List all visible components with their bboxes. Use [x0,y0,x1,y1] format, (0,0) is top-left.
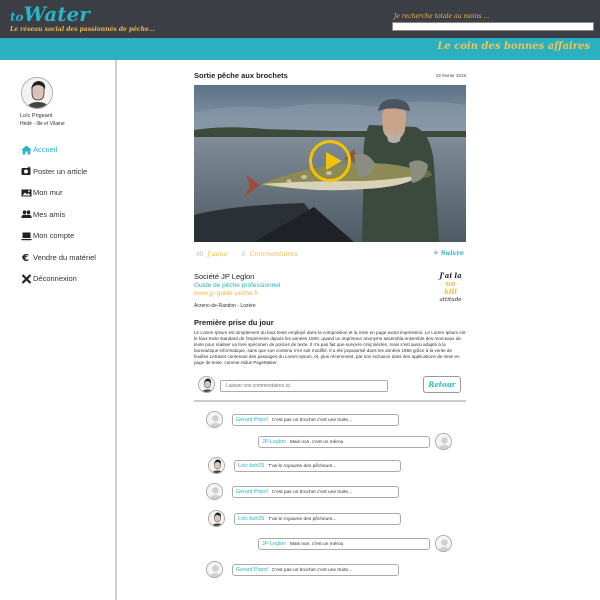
post-date: 02 fevrier 2019 [435,73,466,78]
comment-author[interactable]: Gérard Popof [236,417,268,423]
comment-text: T'as le royaume des pêcheurs... [268,464,337,469]
nav-item-mes-amis[interactable]: Mes amis [20,204,96,226]
comment-text: C'est pas un brochet c'est une truite... [271,418,353,423]
nav-item-poster-article[interactable]: Poster un article [20,161,96,183]
comment-input[interactable] [220,380,388,392]
comment-row: Loïc-bzh29 T'as le royaume des pêcheurs..… [208,457,408,477]
avatar-placeholder-icon[interactable] [206,561,223,578]
comment-text: C'est pas un brochet c'est une truite... [271,490,353,495]
user-avatar[interactable] [208,457,225,474]
comment-author[interactable]: Gérard Popof [236,567,268,573]
users-icon [20,209,32,219]
post-section-title: Première prise du jour [194,318,274,327]
comment-author[interactable]: Loïc-bzh29 [238,516,264,522]
comment-bubble: Gérard Popof C'est pas un brochet c'est u… [232,486,399,498]
comment-form: Retour [194,376,466,402]
comment-row: JP-Leglon Mais non, c'est un mérou [258,535,454,555]
follow-button[interactable]: + Suivre [433,249,464,257]
comment-bubble: Gérard Popof C'est pas un brochet c'est u… [232,564,399,576]
secondary-bar: Le coin des bonnes affaires [0,38,600,60]
search-input[interactable] [392,22,594,31]
post-title: Sortie pêche aux brochets [194,71,288,80]
comment-row: Gérard Popof C'est pas un brochet c'est u… [206,561,406,581]
nav-item-mon-compte[interactable]: Mon compte [20,225,96,247]
home-icon [20,145,32,155]
comment-row: Gérard Popof C'est pas un brochet c'est u… [206,483,406,503]
nav-label: Mon mur [33,188,63,198]
post-actions: 45 J'aime 0 Commentaires + Suivre [194,249,466,262]
avatar-placeholder-icon[interactable] [206,483,223,500]
comments-count: 0 [242,251,246,258]
like-button[interactable]: 45 J'aime [196,250,228,258]
profile-location: Hédé - Ille et Vilaine [20,121,65,127]
comment-text: T'as le royaume des pêcheurs... [268,517,337,522]
comment-author[interactable]: JP-Leglon [262,439,286,445]
comment-bubble: JP-Leglon Mais non, c'est un mérou [258,436,430,448]
bonnes-affaires-link[interactable]: Le coin des bonnes affaires [437,41,590,52]
comment-author[interactable]: Loïc-bzh29 [238,463,264,469]
company-role: Guide de pêche professionnel [194,282,281,289]
nav-label: Poster un article [33,166,88,176]
sidebar: Loïc Prigeant Hédé - Ille et Vilaine Acc… [0,60,117,600]
site-logo[interactable]: toWater [10,4,90,24]
company-name[interactable]: Société JP Leglon [194,272,254,281]
svg-text:€: € [21,253,29,262]
user-avatar[interactable] [208,510,225,527]
sidebar-nav: Accueil Poster un article Mon mur Mes am… [20,139,96,290]
comment-bubble: JP-Leglon Mais non, c'est un mérou [258,538,430,550]
company-website-link[interactable]: www.jp-guide-peche.fr [194,290,258,297]
retour-button[interactable]: Retour [423,376,461,393]
badge-line: kill [444,287,457,296]
nav-label: Mes amis [33,209,66,219]
nav-label: Vendre du matériel [33,252,96,262]
post-body: Le Lorem Ipsum est simplement du faux te… [194,330,466,365]
profile-name: Loïc Prigeant [20,113,53,119]
nav-item-deconnexion[interactable]: Déconnexion [20,268,96,290]
close-icon [20,273,32,284]
comment-bubble: Gérard Popof C'est pas un brochet c'est u… [232,414,399,426]
comment-author[interactable]: JP-Leglon [262,541,286,547]
comment-row: Loïc-bzh29 T'as le royaume des pêcheurs..… [208,510,408,530]
comment-row: Gérard Popof C'est pas un brochet c'est u… [206,411,466,431]
site-tagline: Le réseau social des passionnés de pêche… [10,26,156,33]
nav-label: Mon compte [33,231,75,241]
no-kill-badge: J'ai la no kill attitude [437,272,464,316]
avatar-placeholder-icon[interactable] [206,411,223,428]
comment-bubble: Loïc-bzh29 T'as le royaume des pêcheurs..… [234,513,401,525]
top-bar: toWater Le réseau social des passionnés … [0,0,600,38]
nav-label: Accueil [33,145,58,155]
play-button[interactable] [309,140,351,182]
user-avatar [198,376,215,393]
logo-main: Water [23,2,90,26]
comment-text: Mais non, c'est un mérou [289,542,344,547]
comments-button[interactable]: 0 Commentaires [242,250,298,258]
comment-row: JP-Leglon Mais non, c'est un mérou [258,433,454,453]
comments-label: Commentaires [249,250,298,258]
camera-plus-icon [20,166,32,176]
logo-prefix: to [10,10,24,24]
nav-label: Déconnexion [33,274,77,284]
post-video[interactable] [194,85,466,242]
comment-text: C'est pas un brochet c'est une truite... [271,568,353,573]
comment-bubble: Loïc-bzh29 T'as le royaume des pêcheurs..… [234,460,401,472]
laptop-icon [20,231,32,241]
avatar-placeholder-icon[interactable] [435,535,452,552]
comment-author[interactable]: Gérard Popof [236,489,268,495]
picture-icon [20,188,32,198]
nav-item-vendre-materiel[interactable]: € Vendre du matériel [20,247,96,269]
search-label: Je recherche totale au moins ... [394,13,490,20]
likes-label: J'aime [207,250,228,258]
comment-text: Mais non, c'est un mérou [289,440,344,445]
nav-item-accueil[interactable]: Accueil [20,139,96,161]
likes-count: 45 [196,251,204,258]
company-location: Arzenc-de-Randon - Lozère [194,303,256,309]
profile-avatar[interactable] [21,77,53,109]
euro-icon: € [20,252,32,262]
avatar-placeholder-icon[interactable] [435,433,452,450]
nav-item-mon-mur[interactable]: Mon mur [20,182,96,204]
badge-line: attitude [439,297,462,303]
